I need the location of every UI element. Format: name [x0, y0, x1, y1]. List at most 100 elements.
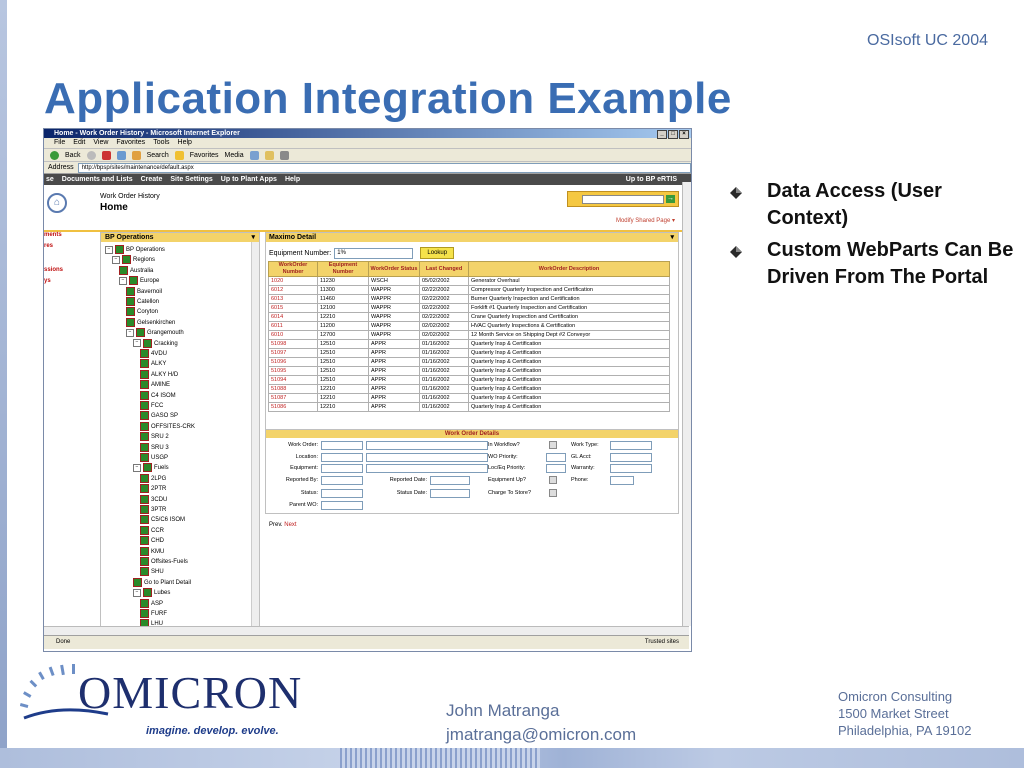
workorder-link[interactable]: 6015	[268, 303, 318, 313]
menu-favorites[interactable]: Favorites	[116, 138, 145, 148]
tree-node[interactable]: C4 ISOM	[140, 390, 176, 401]
search-go-icon[interactable]: →	[666, 195, 675, 203]
reported-date-field[interactable]	[430, 476, 470, 485]
workorder-link[interactable]: 51096	[268, 357, 318, 367]
nav-documents[interactable]: Documents and Lists	[62, 174, 133, 185]
workorder-link[interactable]: 1020	[268, 276, 318, 286]
charge-to-store-checkbox[interactable]	[549, 489, 557, 497]
menu-edit[interactable]: Edit	[73, 138, 85, 148]
tree-node[interactable]: ASP	[140, 598, 163, 609]
tree-node[interactable]: FCC	[140, 401, 163, 411]
maximo-menu-icon[interactable]: ▾	[670, 233, 674, 242]
tree-expand-icon[interactable]: −	[119, 276, 127, 285]
table-row[interactable]: 51086 12210 APPR 01/16/2002 Quarterly Insp &…	[268, 402, 670, 412]
stop-icon[interactable]	[101, 150, 111, 160]
tree-node[interactable]: 4VDU	[140, 349, 167, 359]
tree-node[interactable]: − Lubes	[133, 588, 170, 598]
work-order-field[interactable]	[321, 441, 363, 450]
tree-node[interactable]: − Cracking	[133, 338, 178, 349]
back-icon[interactable]	[50, 150, 59, 160]
quicklaunch-link[interactable]: ments	[44, 232, 96, 238]
tree-node[interactable]: OFFSITES-CRK	[140, 421, 195, 432]
table-row[interactable]: 51096 12510 APPR 01/16/2002 Quarterly Insp &…	[268, 357, 670, 367]
workorder-link[interactable]: 6011	[268, 321, 318, 331]
nav-site-settings[interactable]: Site Settings	[170, 174, 212, 185]
quicklaunch-link[interactable]: res	[44, 243, 96, 249]
tree-node[interactable]: USGP	[140, 453, 168, 463]
tree-expand-icon[interactable]: −	[133, 339, 141, 348]
tree-node[interactable]: Australia	[119, 265, 153, 276]
lookup-button[interactable]: Lookup	[420, 247, 455, 259]
tree-node[interactable]: − Europe	[119, 276, 159, 286]
table-row[interactable]: 6013 11460 WAPPR 02/22/2002 Burner Quarterly…	[268, 294, 670, 304]
mail-icon[interactable]	[264, 150, 274, 160]
table-row[interactable]: 51094 12510 APPR 01/16/2002 Quarterly Insp &…	[268, 375, 670, 385]
nav-up-to-ertis[interactable]: Up to BP eRTIS	[626, 174, 677, 185]
page-vertical-scrollbar[interactable]	[682, 182, 691, 626]
tree-node[interactable]: 3PTR	[140, 505, 166, 515]
tree-expand-icon[interactable]: −	[133, 588, 141, 597]
tree-node[interactable]: SHU	[140, 567, 164, 577]
pager-next[interactable]: Next	[284, 522, 296, 528]
favorites-icon[interactable]	[174, 150, 184, 160]
address-input[interactable]: http://bpsp/sites/maintenance/default.as…	[77, 162, 691, 173]
work-type-field[interactable]	[610, 441, 652, 450]
equipment-field[interactable]	[321, 464, 363, 473]
maximize-icon[interactable]: □	[668, 130, 678, 139]
tree-node[interactable]: ALKY	[140, 359, 166, 369]
table-row[interactable]: 51095 12510 APPR 01/16/2002 Quarterly Insp &…	[268, 366, 670, 376]
workorder-link[interactable]: 51097	[268, 348, 318, 358]
workorder-link[interactable]: 51094	[268, 375, 318, 385]
tree-node[interactable]: Bavernoil	[126, 286, 162, 297]
in-workflow-checkbox[interactable]	[549, 441, 557, 449]
work-order-desc-field[interactable]	[366, 441, 488, 450]
tree-node[interactable]: − Fuels	[133, 463, 169, 473]
refresh-icon[interactable]	[116, 150, 126, 160]
tree-expand-icon[interactable]: −	[112, 255, 120, 264]
tree-expand-icon[interactable]: −	[133, 463, 141, 472]
wo-priority-field[interactable]	[546, 453, 566, 462]
workorder-link[interactable]: 51098	[268, 339, 318, 349]
equipment-desc-field[interactable]	[366, 464, 488, 473]
equipment-input[interactable]: 1%	[334, 247, 414, 259]
location-desc-field[interactable]	[366, 453, 488, 462]
print-icon[interactable]	[279, 150, 289, 160]
location-field[interactable]	[321, 453, 363, 462]
quicklaunch-link[interactable]: ssions	[44, 267, 96, 273]
workorder-link[interactable]: 51095	[268, 366, 318, 376]
menu-tools[interactable]: Tools	[153, 138, 169, 148]
table-row[interactable]: 6012 11300 WAPPR 02/22/2002 Compressor Quart…	[268, 285, 670, 295]
forward-icon[interactable]	[86, 150, 96, 160]
table-row[interactable]: 1020 11230 WSCH 05/02/2002 Generator Overhau…	[268, 276, 670, 286]
table-row[interactable]: 51088 12210 APPR 01/16/2002 Quarterly Insp &…	[268, 384, 670, 394]
close-icon[interactable]: ×	[679, 130, 689, 139]
table-row[interactable]: 6015 12100 WAPPR 02/22/2002 Forklift #1 Quar…	[268, 303, 670, 313]
menu-view[interactable]: View	[93, 138, 108, 148]
workorder-link[interactable]: 6014	[268, 312, 318, 322]
status-date-field[interactable]	[430, 489, 470, 498]
tree-node[interactable]: ALKY H/D	[140, 369, 178, 380]
tree-node[interactable]: 3CDU	[140, 494, 167, 505]
gl-acct-field[interactable]	[610, 453, 652, 462]
tree-expand-icon[interactable]: −	[126, 328, 134, 337]
tree-node[interactable]: 2LPG	[140, 473, 166, 484]
tree-expand-icon[interactable]: −	[105, 245, 113, 254]
table-row[interactable]: 51098 12510 APPR 01/16/2002 Quarterly Insp &…	[268, 339, 670, 349]
modify-shared-page[interactable]: Modify Shared Page ▾	[616, 217, 675, 224]
menu-file[interactable]: File	[54, 138, 65, 148]
minimize-icon[interactable]: _	[657, 130, 667, 139]
breadcrumb[interactable]: Work Order History	[100, 193, 160, 200]
tree-node[interactable]: GASO SP	[140, 411, 178, 421]
workorder-link[interactable]: 6013	[268, 294, 318, 304]
tree-node[interactable]: AMINE	[140, 380, 170, 390]
tree-node[interactable]: SRU 2	[140, 432, 169, 442]
tree-node[interactable]: − Regions	[112, 255, 155, 265]
tree-node[interactable]: − Grangemouth	[126, 328, 184, 338]
history-icon[interactable]	[249, 150, 259, 160]
workorder-link[interactable]: 51088	[268, 384, 318, 394]
table-row[interactable]: 6010 12700 WAPPR 02/02/2002 12 Month Service…	[268, 330, 670, 340]
table-row[interactable]: 6014 12210 WAPPR 02/22/2002 Crane Quarterly …	[268, 312, 670, 322]
phone-field[interactable]	[610, 476, 634, 485]
media-button[interactable]: Media	[225, 152, 244, 159]
workorder-link[interactable]: 6010	[268, 330, 318, 340]
